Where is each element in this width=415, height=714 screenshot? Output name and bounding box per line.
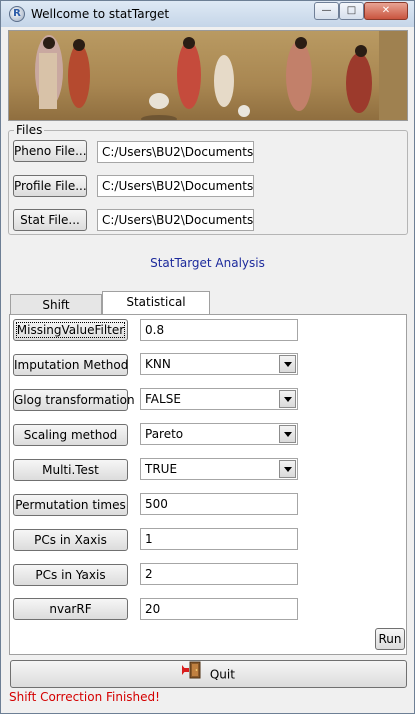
imputation-method-value: KNN <box>145 357 171 371</box>
minimize-button[interactable]: — <box>314 2 339 20</box>
pcs-xaxis-input[interactable]: 1 <box>140 528 298 550</box>
pcs-xaxis-button[interactable]: PCs in Xaxis <box>13 529 128 551</box>
analysis-title: StatTarget Analysis <box>150 256 265 270</box>
tab-shift-correction[interactable]: Shift Correction <box>10 294 102 332</box>
pheno-file-path[interactable]: C:/Users\BU2\Documents\R\ <box>97 141 254 163</box>
missing-value-filter-button[interactable]: MissingValueFilter <box>13 319 128 341</box>
exit-door-icon <box>182 661 202 688</box>
files-legend: Files <box>14 123 45 137</box>
banner-painting <box>9 31 407 120</box>
status-message: Shift Correction Finished! <box>9 690 160 704</box>
window-title: Wellcome to statTarget <box>31 7 170 21</box>
close-button[interactable]: ✕ <box>364 2 408 20</box>
dropdown-arrow-icon[interactable] <box>279 355 296 373</box>
pheno-file-button[interactable]: Pheno File... <box>13 140 87 162</box>
scaling-method-select[interactable]: Pareto <box>140 423 298 445</box>
imputation-method-select[interactable]: KNN <box>140 353 298 375</box>
maximize-button[interactable]: □ <box>339 2 364 20</box>
permutation-times-input[interactable]: 500 <box>140 493 298 515</box>
app-window: R Wellcome to statTarget — □ ✕ Files Phe… <box>0 0 415 714</box>
profile-file-button[interactable]: Profile File... <box>13 175 87 197</box>
imputation-method-button[interactable]: Imputation Method <box>13 354 128 376</box>
glog-transformation-select[interactable]: FALSE <box>140 388 298 410</box>
title-bar: R Wellcome to statTarget — □ ✕ <box>1 1 414 27</box>
run-button[interactable]: Run <box>375 628 405 650</box>
dropdown-arrow-icon[interactable] <box>279 460 296 478</box>
r-app-icon: R <box>9 6 25 22</box>
stat-file-button[interactable]: Stat File... <box>13 209 87 231</box>
missing-value-filter-input[interactable]: 0.8 <box>140 319 298 341</box>
multi-test-value: TRUE <box>145 462 178 476</box>
dropdown-arrow-icon[interactable] <box>279 390 296 408</box>
glog-transformation-button[interactable]: Glog transformation <box>13 389 135 411</box>
nvarrf-input[interactable]: 20 <box>140 598 298 620</box>
dropdown-arrow-icon[interactable] <box>279 425 296 443</box>
profile-file-path[interactable]: C:/Users\BU2\Documents\R\ <box>97 175 254 197</box>
pcs-yaxis-input[interactable]: 2 <box>140 563 298 585</box>
stat-file-path[interactable]: C:/Users\BU2\Documents\R\ <box>97 209 254 231</box>
scaling-method-value: Pareto <box>145 427 184 441</box>
scaling-method-button[interactable]: Scaling method <box>13 424 128 446</box>
nvarrf-button[interactable]: nvarRF <box>13 598 128 620</box>
multi-test-button[interactable]: Multi.Test <box>13 459 128 481</box>
quit-label: Quit <box>209 667 235 682</box>
banner-painting-image <box>8 30 408 121</box>
multi-test-select[interactable]: TRUE <box>140 458 298 480</box>
quit-button[interactable]: Quit <box>10 660 407 688</box>
pcs-yaxis-button[interactable]: PCs in Yaxis <box>13 564 128 586</box>
permutation-times-button[interactable]: Permutation times <box>13 494 128 516</box>
tab-statistical-analysis[interactable]: Statistical Analysis <box>102 291 210 329</box>
glog-transformation-value: FALSE <box>145 392 181 406</box>
